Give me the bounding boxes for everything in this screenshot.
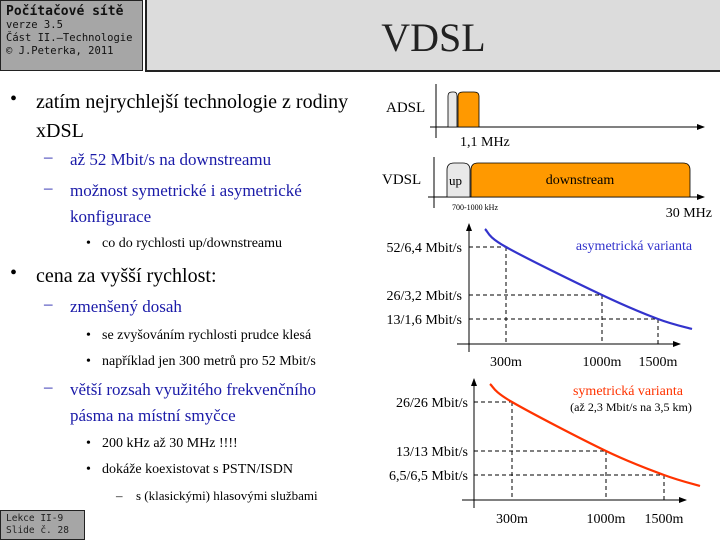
adsl-downstream-band	[457, 91, 480, 128]
bullet-marker: –	[44, 377, 53, 396]
chart-subtitle: (až 2,3 Mbit/s na 3,5 km)	[570, 400, 692, 414]
x-tick-label: 1500m	[639, 355, 678, 370]
symmetric-chart: 300m 26/26 Mbit/s 1000m 13/13 Mbit/s 1500m 6,…	[389, 378, 701, 527]
lecture-number: Lekce II-9	[6, 513, 64, 524]
title-bar: VDSL	[145, 0, 720, 72]
bullet-marker: •	[10, 88, 18, 110]
x-tick-label: 300m	[490, 355, 522, 370]
x-tick-label: 1000m	[583, 355, 622, 370]
bullet-marker: •	[86, 462, 91, 477]
bullet-text: větší rozsah využitého frekvenčního pásm…	[70, 380, 316, 425]
course-name: Počítačové sítě	[6, 4, 124, 19]
course-copyright: © J.Peterka, 2011	[6, 45, 114, 57]
slide-info-box: Lekce II-9 Slide č. 28	[0, 510, 85, 540]
bullet-text: možnost symetrické i asymetrické konfigu…	[70, 181, 302, 226]
bullet-marker: –	[44, 178, 53, 197]
y-tick-label: 52/6,4 Mbit/s	[387, 241, 462, 256]
y-tick-label: 26/26 Mbit/s	[396, 396, 468, 411]
adsl-frequency-label: 1,1 MHz	[460, 135, 510, 150]
y-tick-label: 26/3,2 Mbit/s	[387, 289, 462, 304]
bullet-text: až 52 Mbit/s na downstreamu	[70, 150, 272, 169]
bullet-text: zmenšený dosah	[70, 297, 182, 316]
slide-title: VDSL	[381, 15, 486, 60]
vdsl-up-label: up	[449, 173, 462, 188]
bullet-text: 200 kHz až 30 MHz !!!!	[102, 436, 238, 451]
adsl-label: ADSL	[386, 100, 425, 116]
course-part: Část II.–Technologie	[6, 32, 133, 44]
spectrum-diagram: ADSL 1,1 MHz VDSL up downstream 700-1000…	[382, 84, 712, 221]
bullet-text: se zvyšováním rychlosti prudce klesá	[102, 328, 312, 343]
y-tick-label: 13/13 Mbit/s	[396, 445, 468, 460]
bullet-text: s (klasickými) hlasovými službami	[136, 488, 318, 503]
bullet-marker: •	[10, 262, 18, 284]
course-version: verze 3.5	[6, 19, 63, 31]
split-frequency-label: 700-1000 kHz	[452, 203, 498, 212]
bullet-text: dokáže koexistovat s PSTN/ISDN	[102, 462, 293, 477]
vdsl-frequency-label: 30 MHz	[666, 206, 712, 221]
adsl-upstream-band	[447, 91, 458, 128]
bullet-text: například jen 300 metrů pro 52 Mbit/s	[102, 354, 316, 369]
bullet-text: cena za vyšší rychlost:	[36, 265, 217, 287]
bullet-marker: –	[44, 294, 53, 313]
x-tick-label: 1000m	[587, 512, 626, 527]
chart-title: asymetrická varianta	[576, 239, 693, 254]
bullet-marker: •	[86, 236, 91, 251]
y-tick-label: 6,5/6,5 Mbit/s	[389, 469, 468, 484]
bullet-marker: –	[44, 147, 53, 166]
asymmetric-chart: 300m 52/6,4 Mbit/s 1000m 26/3,2 Mbit/s 1500m…	[387, 223, 693, 370]
course-info-box: Počítačové sítě verze 3.5 Část II.–Techn…	[0, 0, 143, 71]
y-tick-label: 13/1,6 Mbit/s	[387, 313, 462, 328]
chart-title: symetrická varianta	[573, 384, 684, 399]
x-tick-label: 300m	[496, 512, 528, 527]
bullet-text: zatím nejrychlejší technologie z rodiny …	[36, 91, 349, 142]
bullet-marker: •	[86, 328, 91, 343]
bullet-marker: •	[86, 354, 91, 369]
slide-number: Slide č. 28	[6, 525, 69, 536]
vdsl-label: VDSL	[382, 172, 421, 188]
x-tick-label: 1500m	[645, 512, 684, 527]
vdsl-downstream-label: downstream	[546, 173, 615, 188]
bullet-marker: •	[86, 436, 91, 451]
bullet-marker: –	[116, 488, 123, 503]
bullet-text: co do rychlosti up/downstreamu	[102, 236, 283, 251]
